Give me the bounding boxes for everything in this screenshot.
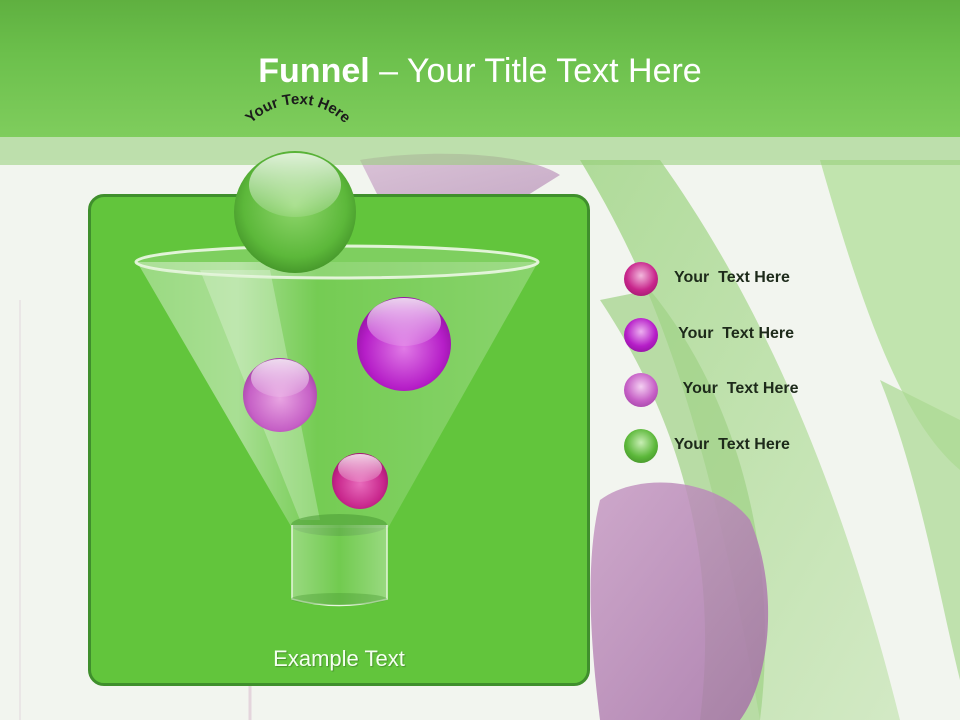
slide: Funnel – Your Title Text Here Your Text … — [0, 0, 960, 720]
title-rest: – Your Title Text Here — [369, 52, 702, 90]
legend-label-2: Your Text Here — [674, 325, 795, 342]
legend-label-1: Your Text Here — [674, 269, 790, 286]
title-strip — [0, 137, 960, 165]
title-bold: Funnel — [258, 52, 370, 90]
legend-dot-green — [624, 429, 658, 463]
legend-dot-magenta — [624, 262, 658, 296]
legend-label-3: Your Text Here — [674, 380, 799, 397]
funnel-panel — [88, 194, 590, 686]
legend-label-4: Your Text Here — [674, 436, 790, 453]
legend-dot-pink — [624, 373, 658, 407]
legend-dot-purple — [624, 318, 658, 352]
slide-title: Funnel – Your Title Text Here — [0, 52, 960, 91]
example-text: Example Text — [273, 646, 405, 671]
